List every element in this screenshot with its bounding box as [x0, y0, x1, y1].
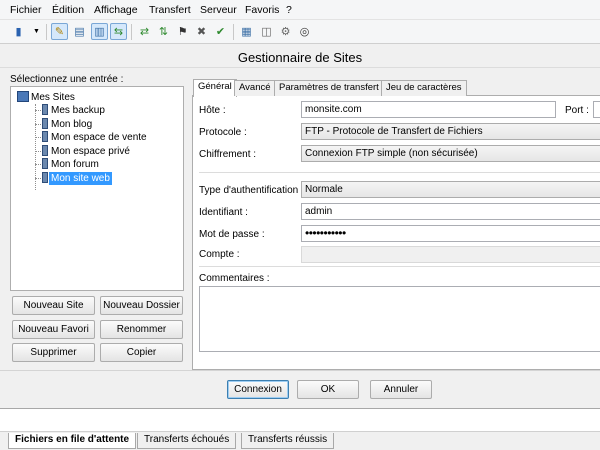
tree-item-mon-site-web[interactable]: Mon site web [49, 172, 112, 185]
site-icon [42, 131, 48, 142]
toolbar-separator [46, 24, 47, 40]
site-icon [42, 172, 48, 183]
tree-item-mon-forum[interactable]: Mon forum [49, 158, 101, 171]
new-folder-button[interactable]: Nouveau Dossier [100, 296, 183, 315]
tree-item-mon-espace-prive[interactable]: Mon espace privé [49, 145, 132, 158]
encryption-label: Chiffrement : [199, 149, 257, 160]
account-label: Compte : [199, 249, 240, 260]
transfer-queue-panel [0, 408, 600, 432]
message-log-icon[interactable]: ✎ [51, 23, 68, 40]
tab-jeu-de-caracteres[interactable]: Jeu de caractères [381, 80, 467, 96]
toolbar-separator [233, 24, 234, 40]
port-input[interactable] [593, 101, 600, 118]
tree-item-mon-blog[interactable]: Mon blog [49, 118, 94, 131]
host-label: Hôte : [199, 105, 226, 116]
encryption-select[interactable]: Connexion FTP simple (non sécurisée) [301, 145, 600, 162]
auth-type-select[interactable]: Normale [301, 181, 600, 198]
copy-button[interactable]: Copier [100, 343, 183, 362]
comments-label: Commentaires : [199, 273, 270, 284]
filter-icon[interactable]: ▦ [238, 23, 255, 40]
menu-help[interactable]: ? [286, 4, 292, 16]
user-input[interactable]: admin [301, 203, 600, 220]
delete-button[interactable]: Supprimer [12, 343, 95, 362]
protocol-select[interactable]: FTP - Protocole de Transfert de Fichiers [301, 123, 600, 140]
dropdown-arrow-icon[interactable]: ▼ [28, 23, 45, 40]
menu-affichage[interactable]: Affichage [94, 4, 138, 16]
new-site-button[interactable]: Nouveau Site [12, 296, 95, 315]
binoculars-icon[interactable]: ◎ [296, 23, 313, 40]
compare-icon[interactable]: ◫ [258, 23, 275, 40]
process-queue-icon[interactable]: ⇅ [155, 23, 172, 40]
select-entry-label: Sélectionnez une entrée : [10, 74, 124, 85]
cancel-flag-icon[interactable]: ⚑ [174, 23, 191, 40]
toolbar-separator [131, 24, 132, 40]
reconnect-icon[interactable]: ✔ [212, 23, 229, 40]
tree-item-mon-espace-de-vente[interactable]: Mon espace de vente [49, 131, 149, 144]
auth-type-label: Type d'authentification : [199, 185, 304, 196]
cancel-button[interactable]: Annuler [370, 380, 432, 399]
folder-icon [17, 91, 29, 102]
menu-transfert[interactable]: Transfert [149, 4, 191, 16]
port-label: Port : [565, 105, 589, 116]
dialog-divider [0, 370, 600, 371]
site-icon [42, 145, 48, 156]
site-tree[interactable]: Mes Sites Mes backup Mon blog Mon espace… [10, 86, 184, 291]
new-bookmark-button[interactable]: Nouveau Favori [12, 320, 95, 339]
tab-successful-transfers[interactable]: Transferts réussis [241, 433, 335, 449]
sync-browse-icon[interactable]: ⚙ [277, 23, 294, 40]
menu-bar: Fichier Édition Affichage Transfert Serv… [0, 0, 600, 20]
connect-button[interactable]: Connexion [227, 380, 289, 399]
host-input[interactable]: monsite.com [301, 101, 556, 118]
password-label: Mot de passe : [199, 229, 265, 240]
site-manager-icon[interactable]: ▮ [10, 23, 27, 40]
tree-root[interactable]: Mes Sites [31, 91, 75, 104]
remote-tree-icon[interactable]: ▥ [91, 23, 108, 40]
menu-favoris[interactable]: Favoris [245, 4, 279, 16]
tree-item-mes-backup[interactable]: Mes backup [49, 104, 107, 117]
local-tree-icon[interactable]: ▤ [71, 23, 88, 40]
ok-button[interactable]: OK [297, 380, 359, 399]
disconnect-icon[interactable]: ✖ [193, 23, 210, 40]
dialog-title: Gestionnaire de Sites [0, 44, 600, 68]
tab-general[interactable]: Général [193, 79, 237, 97]
menu-serveur[interactable]: Serveur [200, 4, 237, 16]
refresh-icon[interactable]: ⇄ [136, 23, 153, 40]
comments-textarea[interactable] [199, 286, 600, 352]
form-divider [199, 266, 600, 267]
menu-fichier[interactable]: Fichier [10, 4, 42, 16]
menu-edition[interactable]: Édition [52, 4, 84, 16]
account-input [301, 246, 600, 263]
user-label: Identifiant : [199, 207, 248, 218]
site-icon [42, 158, 48, 169]
protocol-label: Protocole : [199, 127, 247, 138]
rename-button[interactable]: Renommer [100, 320, 183, 339]
tab-failed-transfers[interactable]: Transferts échoués [137, 433, 237, 449]
tab-queued-files[interactable]: Fichiers en file d'attente [8, 433, 137, 449]
password-input[interactable]: ••••••••••• [301, 225, 600, 242]
form-divider [199, 172, 600, 173]
transfer-queue-icon[interactable]: ⇆ [110, 23, 127, 40]
tab-avance[interactable]: Avancé [234, 80, 276, 96]
site-icon [42, 118, 48, 129]
tab-parametres-de-transfert[interactable]: Paramètres de transfert [274, 80, 384, 96]
toolbar: ▮ ▼ ✎ ▤ ▥ ⇆ ⇄ ⇅ ⚑ ✖ ✔ ▦ ◫ ⚙ ◎ [0, 20, 600, 44]
site-icon [42, 104, 48, 115]
